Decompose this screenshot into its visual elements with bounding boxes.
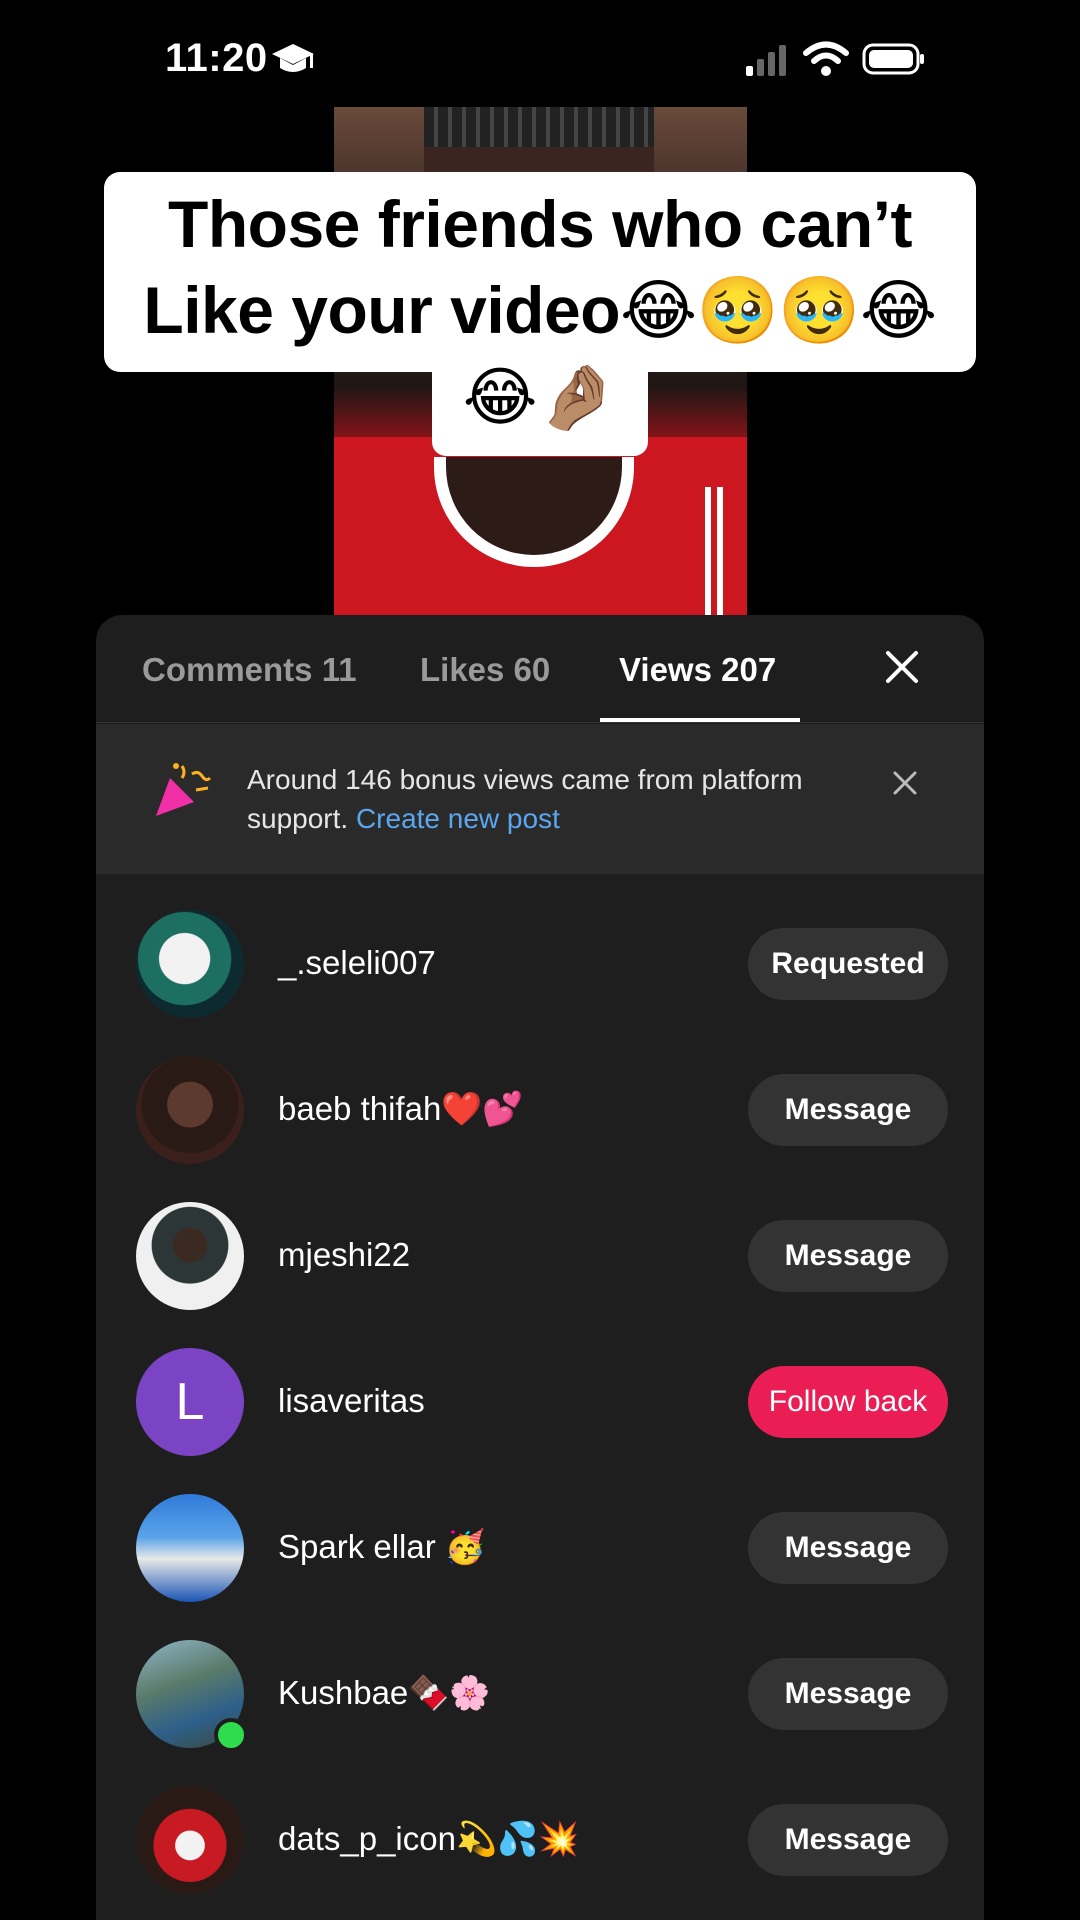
- list-item[interactable]: baeb thifah❤️💕 Message: [96, 1037, 984, 1183]
- list-item[interactable]: _.seleli007 Requested: [96, 891, 984, 1037]
- party-popper-icon: [156, 763, 212, 816]
- list-item[interactable]: mjeshi22 Message: [96, 1183, 984, 1329]
- avatar[interactable]: [136, 910, 244, 1018]
- active-tab-indicator: [600, 718, 800, 722]
- username[interactable]: mjeshi22: [278, 1236, 410, 1274]
- battery-icon: [862, 43, 924, 75]
- list-item[interactable]: dats_p_icon💫💦💥 Message: [96, 1767, 984, 1913]
- message-button[interactable]: Message: [748, 1220, 948, 1292]
- status-bar: 11:20: [0, 0, 1080, 120]
- message-button[interactable]: Message: [748, 1074, 948, 1146]
- notice-text: Around 146 bonus views came from platfor…: [247, 760, 807, 838]
- create-new-post-link[interactable]: Create new post: [356, 803, 560, 834]
- caption-line-2: Like your video😂🥹🥹😂: [143, 273, 937, 347]
- tab-likes[interactable]: Likes 60: [420, 651, 550, 689]
- activity-sheet: Comments 11 Likes 60 Views 207 Around 14…: [96, 615, 984, 1920]
- bonus-views-notice: Around 146 bonus views came from platfor…: [96, 724, 984, 874]
- follow-back-button[interactable]: Follow back: [748, 1366, 948, 1438]
- tab-bar: Comments 11 Likes 60 Views 207: [96, 615, 984, 723]
- caption-line-1: Those friends who can’t: [168, 187, 912, 261]
- username[interactable]: lisaveritas: [278, 1382, 425, 1420]
- signal-icon: [746, 45, 786, 76]
- caption-line-3: 😂🤌🏽: [462, 361, 618, 433]
- wifi-icon: [803, 41, 849, 76]
- graduation-cap-icon: [272, 44, 314, 72]
- avatar[interactable]: [136, 1494, 244, 1602]
- list-item[interactable]: L lisaveritas Follow back: [96, 1329, 984, 1475]
- username[interactable]: baeb thifah❤️💕: [278, 1090, 524, 1129]
- avatar[interactable]: L: [136, 1348, 244, 1456]
- video-stripe: [705, 487, 729, 615]
- username[interactable]: Spark ellar 🥳: [278, 1528, 486, 1567]
- message-button[interactable]: Message: [748, 1804, 948, 1876]
- requested-button[interactable]: Requested: [748, 928, 948, 1000]
- tab-views[interactable]: Views 207: [619, 651, 776, 689]
- list-item[interactable]: Kushbae🍫🌸 Message: [96, 1621, 984, 1767]
- avatar[interactable]: [136, 1056, 244, 1164]
- dismiss-notice-icon[interactable]: [892, 770, 918, 796]
- video-hair: [424, 107, 654, 147]
- online-status-indicator: [214, 1718, 248, 1752]
- tab-comments[interactable]: Comments 11: [142, 651, 357, 689]
- status-time: 11:20: [165, 36, 268, 80]
- avatar[interactable]: [136, 1786, 244, 1894]
- message-button[interactable]: Message: [748, 1512, 948, 1584]
- username[interactable]: Kushbae🍫🌸: [278, 1674, 490, 1713]
- avatar[interactable]: [136, 1202, 244, 1310]
- message-button[interactable]: Message: [748, 1658, 948, 1730]
- username[interactable]: dats_p_icon💫💦💥: [278, 1820, 579, 1859]
- close-icon[interactable]: [882, 647, 922, 687]
- list-item[interactable]: Spark ellar 🥳 Message: [96, 1475, 984, 1621]
- username[interactable]: _.seleli007: [278, 944, 436, 982]
